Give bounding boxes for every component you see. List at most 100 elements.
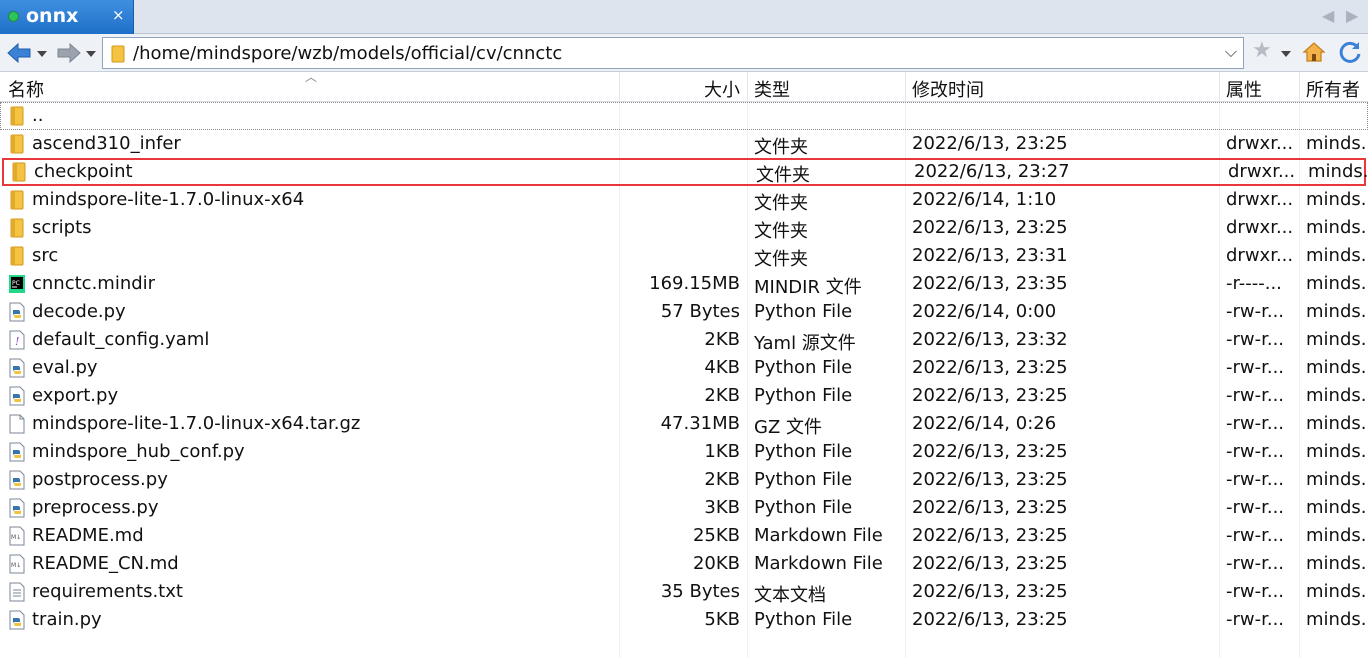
file-type: Python File (754, 609, 853, 630)
file-row[interactable]: ascend310_infer 文件夹 2022/6/13, 23:25 drwxr.… (0, 130, 1368, 158)
pycharm-file-icon: PC (8, 274, 26, 294)
file-size: 3KB (704, 497, 740, 518)
file-type: Markdown File (754, 553, 883, 574)
file-size: 5KB (704, 609, 740, 630)
file-attributes: drwxr... (1226, 217, 1294, 238)
file-row[interactable]: ! default_config.yaml 2KB Yaml 源文件 2022/6/13… (0, 326, 1368, 354)
file-row[interactable]: train.py 5KB Python File 2022/6/13, 23:25 -r… (0, 606, 1368, 634)
file-row[interactable]: PC cnnctc.mindir 169.15MB MINDIR 文件 2022/6/1… (0, 270, 1368, 298)
file-size: 47.31MB (660, 413, 740, 434)
connection-status-icon (8, 11, 19, 22)
file-size: 1KB (704, 441, 740, 462)
column-divider[interactable] (1299, 72, 1300, 102)
column-size[interactable]: 大小 (620, 76, 740, 102)
file-row[interactable]: mindspore-lite-1.7.0-linux-x64.tar.gz 47.… (0, 410, 1368, 438)
python-file-icon (8, 358, 26, 378)
file-owner: minds... (1308, 161, 1368, 182)
address-toolbar: /home/mindspore/wzb/models/official/cv/c… (0, 34, 1368, 72)
bookmark-dropdown-icon[interactable] (1281, 51, 1291, 57)
file-attributes: -rw-r... (1226, 525, 1285, 546)
bookmark-star-icon[interactable]: ★ (1252, 38, 1272, 63)
column-attributes[interactable]: 属性 (1226, 76, 1262, 102)
file-modified: 2022/6/13, 23:25 (912, 385, 1068, 406)
file-row[interactable]: M↓ README_CN.md 20KB Markdown File 2022/6/13… (0, 550, 1368, 578)
file-type: 文件夹 (756, 165, 810, 186)
file-attributes: drwxr... (1226, 245, 1294, 266)
svg-text:PC: PC (12, 280, 20, 287)
path-text: /home/mindspore/wzb/models/official/cv/c… (133, 43, 563, 64)
file-name: src (32, 245, 59, 266)
file-row[interactable]: eval.py 4KB Python File 2022/6/13, 23:25 -rw… (0, 354, 1368, 382)
file-attributes: -rw-r... (1226, 413, 1285, 434)
python-file-icon (8, 610, 26, 630)
home-icon[interactable] (1302, 40, 1326, 64)
file-owner: minds... (1306, 189, 1368, 210)
file-type: Markdown File (754, 525, 883, 546)
file-row[interactable]: scripts 文件夹 2022/6/13, 23:25 drwxr... minds.… (0, 214, 1368, 242)
column-divider[interactable] (905, 72, 906, 102)
file-attributes: -rw-r... (1226, 497, 1285, 518)
file-name: README_CN.md (32, 553, 179, 574)
tab-next-icon[interactable]: ▶ (1346, 6, 1358, 25)
file-modified: 2022/6/13, 23:25 (912, 525, 1068, 546)
column-divider[interactable] (747, 72, 748, 102)
column-owner[interactable]: 所有者 (1306, 76, 1360, 102)
file-row[interactable]: preprocess.py 3KB Python File 2022/6/13, 23… (0, 494, 1368, 522)
file-owner: minds... (1306, 581, 1368, 602)
file-attributes: -rw-r... (1226, 357, 1285, 378)
column-name[interactable]: 名称 (8, 76, 44, 102)
forward-arrow-icon[interactable] (56, 40, 82, 66)
file-modified: 2022/6/13, 23:25 (912, 133, 1068, 154)
path-dropdown-icon[interactable]: ⌵ (1225, 42, 1237, 62)
file-row[interactable]: src 文件夹 2022/6/13, 23:31 drwxr... minds... (0, 242, 1368, 270)
path-input[interactable]: /home/mindspore/wzb/models/official/cv/c… (102, 37, 1244, 69)
file-type: Python File (754, 301, 853, 322)
forward-dropdown-icon[interactable] (86, 51, 96, 57)
file-row[interactable]: requirements.txt 35 Bytes 文本文档 2022/6/13, 2… (0, 578, 1368, 606)
file-owner: minds... (1306, 609, 1368, 630)
folder-icon (8, 246, 26, 266)
python-file-icon (8, 386, 26, 406)
file-row[interactable]: postprocess.py 2KB Python File 2022/6/13, 2… (0, 466, 1368, 494)
back-dropdown-icon[interactable] (37, 51, 47, 57)
column-type[interactable]: 类型 (754, 76, 790, 102)
file-size: 35 Bytes (660, 581, 740, 602)
file-name: cnnctc.mindir (32, 273, 156, 294)
file-type: Python File (754, 357, 853, 378)
file-attributes: -rw-r... (1226, 553, 1285, 574)
file-size: 57 Bytes (660, 301, 740, 322)
file-name: requirements.txt (32, 581, 183, 602)
yaml-file-icon: ! (8, 330, 26, 350)
file-row[interactable]: M↓ README.md 25KB Markdown File 2022/6/13, 2… (0, 522, 1368, 550)
file-row[interactable]: export.py 2KB Python File 2022/6/13, 23:25 -… (0, 382, 1368, 410)
file-row[interactable]: checkpoint 文件夹 2022/6/13, 23:27 drwxr... min… (2, 158, 1368, 186)
folder-icon (10, 162, 28, 182)
file-modified: 2022/6/13, 23:25 (912, 609, 1068, 630)
python-file-icon (8, 442, 26, 462)
tab-close-icon[interactable]: × (112, 6, 125, 24)
file-attributes: -rw-r... (1226, 581, 1285, 602)
file-attributes: -rw-r... (1226, 301, 1285, 322)
tab-onnx[interactable]: onnx × (0, 0, 134, 34)
refresh-icon[interactable] (1337, 39, 1363, 65)
file-attributes: -rw-r... (1226, 385, 1285, 406)
parent-directory-row[interactable]: .. (0, 102, 1368, 130)
file-row[interactable]: mindspore-lite-1.7.0-linux-x64 文件夹 2022/6/… (0, 186, 1368, 214)
text-file-icon (8, 582, 26, 602)
file-name: decode.py (32, 301, 126, 322)
file-size: 2KB (704, 385, 740, 406)
svg-text:!: ! (15, 335, 19, 348)
blank-file-icon (8, 414, 26, 434)
file-row[interactable]: decode.py 57 Bytes Python File 2022/6/14, 0… (0, 298, 1368, 326)
file-modified: 2022/6/13, 23:25 (912, 581, 1068, 602)
tab-bar: onnx × ◀ ▶ (0, 0, 1368, 34)
column-divider[interactable] (1219, 72, 1220, 102)
file-owner: minds... (1306, 357, 1368, 378)
back-arrow-icon[interactable] (6, 40, 32, 66)
file-name: ascend310_infer (32, 133, 181, 154)
file-size: 2KB (704, 329, 740, 350)
file-row[interactable]: mindspore_hub_conf.py 1KB Python File 2022/… (0, 438, 1368, 466)
tab-prev-icon[interactable]: ◀ (1322, 6, 1334, 25)
column-modified[interactable]: 修改时间 (912, 76, 984, 102)
file-owner: minds... (1306, 469, 1368, 490)
